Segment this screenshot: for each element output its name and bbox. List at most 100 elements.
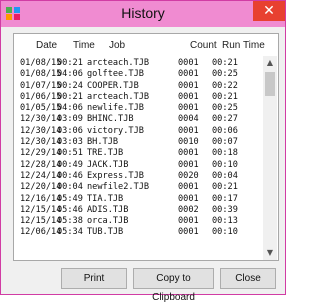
window-title: History [121,5,165,21]
row-time: 00:46 [57,170,83,181]
row-run-time: 00:21 [212,58,238,68]
history-row[interactable]: 01/08/1500:21 arcteach.TJB 0001 00:21 [20,58,260,69]
history-row[interactable]: 01/07/1500:24 COOPER.TJB 0001 00:22 [20,81,260,92]
history-row[interactable]: 01/06/1500:21 arcteach.TJB 0001 00:21 [20,92,260,103]
row-time: 03:06 [57,125,83,136]
row-run-time: 00:39 [212,204,238,215]
history-rows: 01/08/1500:21 arcteach.TJB 0001 00:21 01/08/… [20,58,260,239]
row-date: 01/07/15 [20,80,62,91]
column-header-run-time: Run Time [222,40,265,51]
column-header-time: Time [73,40,95,51]
close-button[interactable]: Close [220,268,276,289]
row-job: victory.TJB [87,125,144,136]
row-run-time: 00:17 [212,193,238,204]
row-time: 03:03 [57,137,83,148]
row-time: 00:51 [57,148,83,159]
row-job: COOPER.TJB [87,80,139,91]
history-row[interactable]: 01/05/1504:06 newlife.TJB 0001 00:25 [20,103,260,114]
history-row[interactable]: 12/28/1400:49 JACK.TJB 0001 00:10 [20,160,260,171]
row-run-time: 00:06 [212,125,238,136]
row-job: newfile2.TJB [87,182,150,193]
row-count: 0001 [178,69,199,80]
row-time: 00:04 [57,182,83,193]
row-time: 00:21 [57,58,83,68]
row-time: 00:49 [57,159,83,170]
row-count: 0001 [178,216,199,227]
row-job: Express.TJB [87,170,144,181]
row-run-time: 00:04 [212,170,238,181]
row-count: 0004 [178,114,199,125]
row-count: 0001 [178,159,199,170]
row-date: 12/06/14 [20,227,62,238]
row-date: 12/30/14 [20,114,62,125]
row-date: 01/06/15 [20,91,62,102]
row-job: ADIS.TJB [87,204,129,215]
row-date: 01/08/15 [20,58,62,68]
history-row[interactable]: 12/15/1405:46 ADIS.TJB 0002 00:39 [20,205,260,216]
row-count: 0001 [178,193,199,204]
row-date: 01/08/15 [20,69,62,80]
row-job: golftee.TJB [87,69,144,80]
row-count: 0001 [178,103,199,114]
row-date: 12/16/14 [20,193,62,204]
history-list[interactable]: Date Time Job Count Run Time 01/08/1500:… [13,33,279,261]
row-run-time: 00:25 [212,69,238,80]
row-run-time: 00:07 [212,137,238,148]
row-count: 0001 [178,80,199,91]
row-time: 04:06 [57,103,83,114]
scroll-down-icon[interactable]: ▼ [263,246,277,260]
history-row[interactable]: 12/29/1400:51 TRE.TJB 0001 00:18 [20,148,260,159]
row-date: 01/05/15 [20,103,62,114]
row-run-time: 00:22 [212,80,238,91]
history-row[interactable]: 12/15/1405:38 orca.TJB 0001 00:13 [20,216,260,227]
history-row[interactable]: 12/16/1405:49 TIA.TJB 0001 00:17 [20,194,260,205]
row-date: 12/29/14 [20,148,62,159]
history-row[interactable]: 12/30/1403:03 BH.TJB 0010 00:07 [20,137,260,148]
print-button[interactable]: Print [61,268,127,289]
row-date: 12/30/14 [20,125,62,136]
row-count: 0001 [178,148,199,159]
history-row[interactable]: 01/08/1504:06 golftee.TJB 0001 00:25 [20,69,260,80]
row-run-time: 00:27 [212,114,238,125]
row-time: 05:34 [57,227,83,238]
row-date: 12/15/14 [20,204,62,215]
row-job: JACK.TJB [87,159,129,170]
row-count: 0001 [178,91,199,102]
title-bar[interactable]: History ✕ [1,1,285,27]
row-run-time: 00:21 [212,91,238,102]
history-row[interactable]: 12/20/1400:04 newfile2.TJB 0001 00:21 [20,182,260,193]
history-row[interactable]: 12/24/1400:46 Express.TJB 0020 00:04 [20,171,260,182]
column-headers: Date Time Job Count Run Time [14,34,278,56]
copy-to-clipboard-button[interactable]: Copy to Clipboard [133,268,214,303]
scroll-up-icon[interactable]: ▲ [263,56,277,70]
scroll-thumb[interactable] [265,72,275,96]
row-time: 05:46 [57,204,83,215]
row-count: 0010 [178,137,199,148]
row-job: TUB.TJB [87,227,124,238]
row-time: 04:06 [57,69,83,80]
row-date: 12/24/14 [20,170,62,181]
row-date: 12/28/14 [20,159,62,170]
vertical-scrollbar[interactable]: ▲ ▼ [263,56,277,260]
row-count: 0001 [178,227,199,238]
row-job: BHINC.TJB [87,114,134,125]
row-count: 0020 [178,170,199,181]
row-job: newlife.TJB [87,103,144,114]
close-icon[interactable]: ✕ [253,1,285,21]
row-run-time: 00:25 [212,103,238,114]
row-count: 0001 [178,182,199,193]
row-count: 0002 [178,204,199,215]
row-job: TIA.TJB [87,193,124,204]
row-count: 0001 [178,125,199,136]
row-date: 12/20/14 [20,182,62,193]
row-job: arcteach.TJB [87,91,150,102]
history-row[interactable]: 12/30/1403:06 victory.TJB 0001 00:06 [20,126,260,137]
row-run-time: 00:13 [212,216,238,227]
history-row[interactable]: 12/30/1403:09 BHINC.TJB 0004 00:27 [20,114,260,125]
row-run-time: 00:10 [212,227,238,238]
history-row[interactable]: 12/06/1405:34 TUB.TJB 0001 00:10 [20,227,260,238]
row-job: BH.TJB [87,137,119,148]
row-time: 03:09 [57,114,83,125]
row-time: 05:49 [57,193,83,204]
row-date: 12/15/14 [20,216,62,227]
